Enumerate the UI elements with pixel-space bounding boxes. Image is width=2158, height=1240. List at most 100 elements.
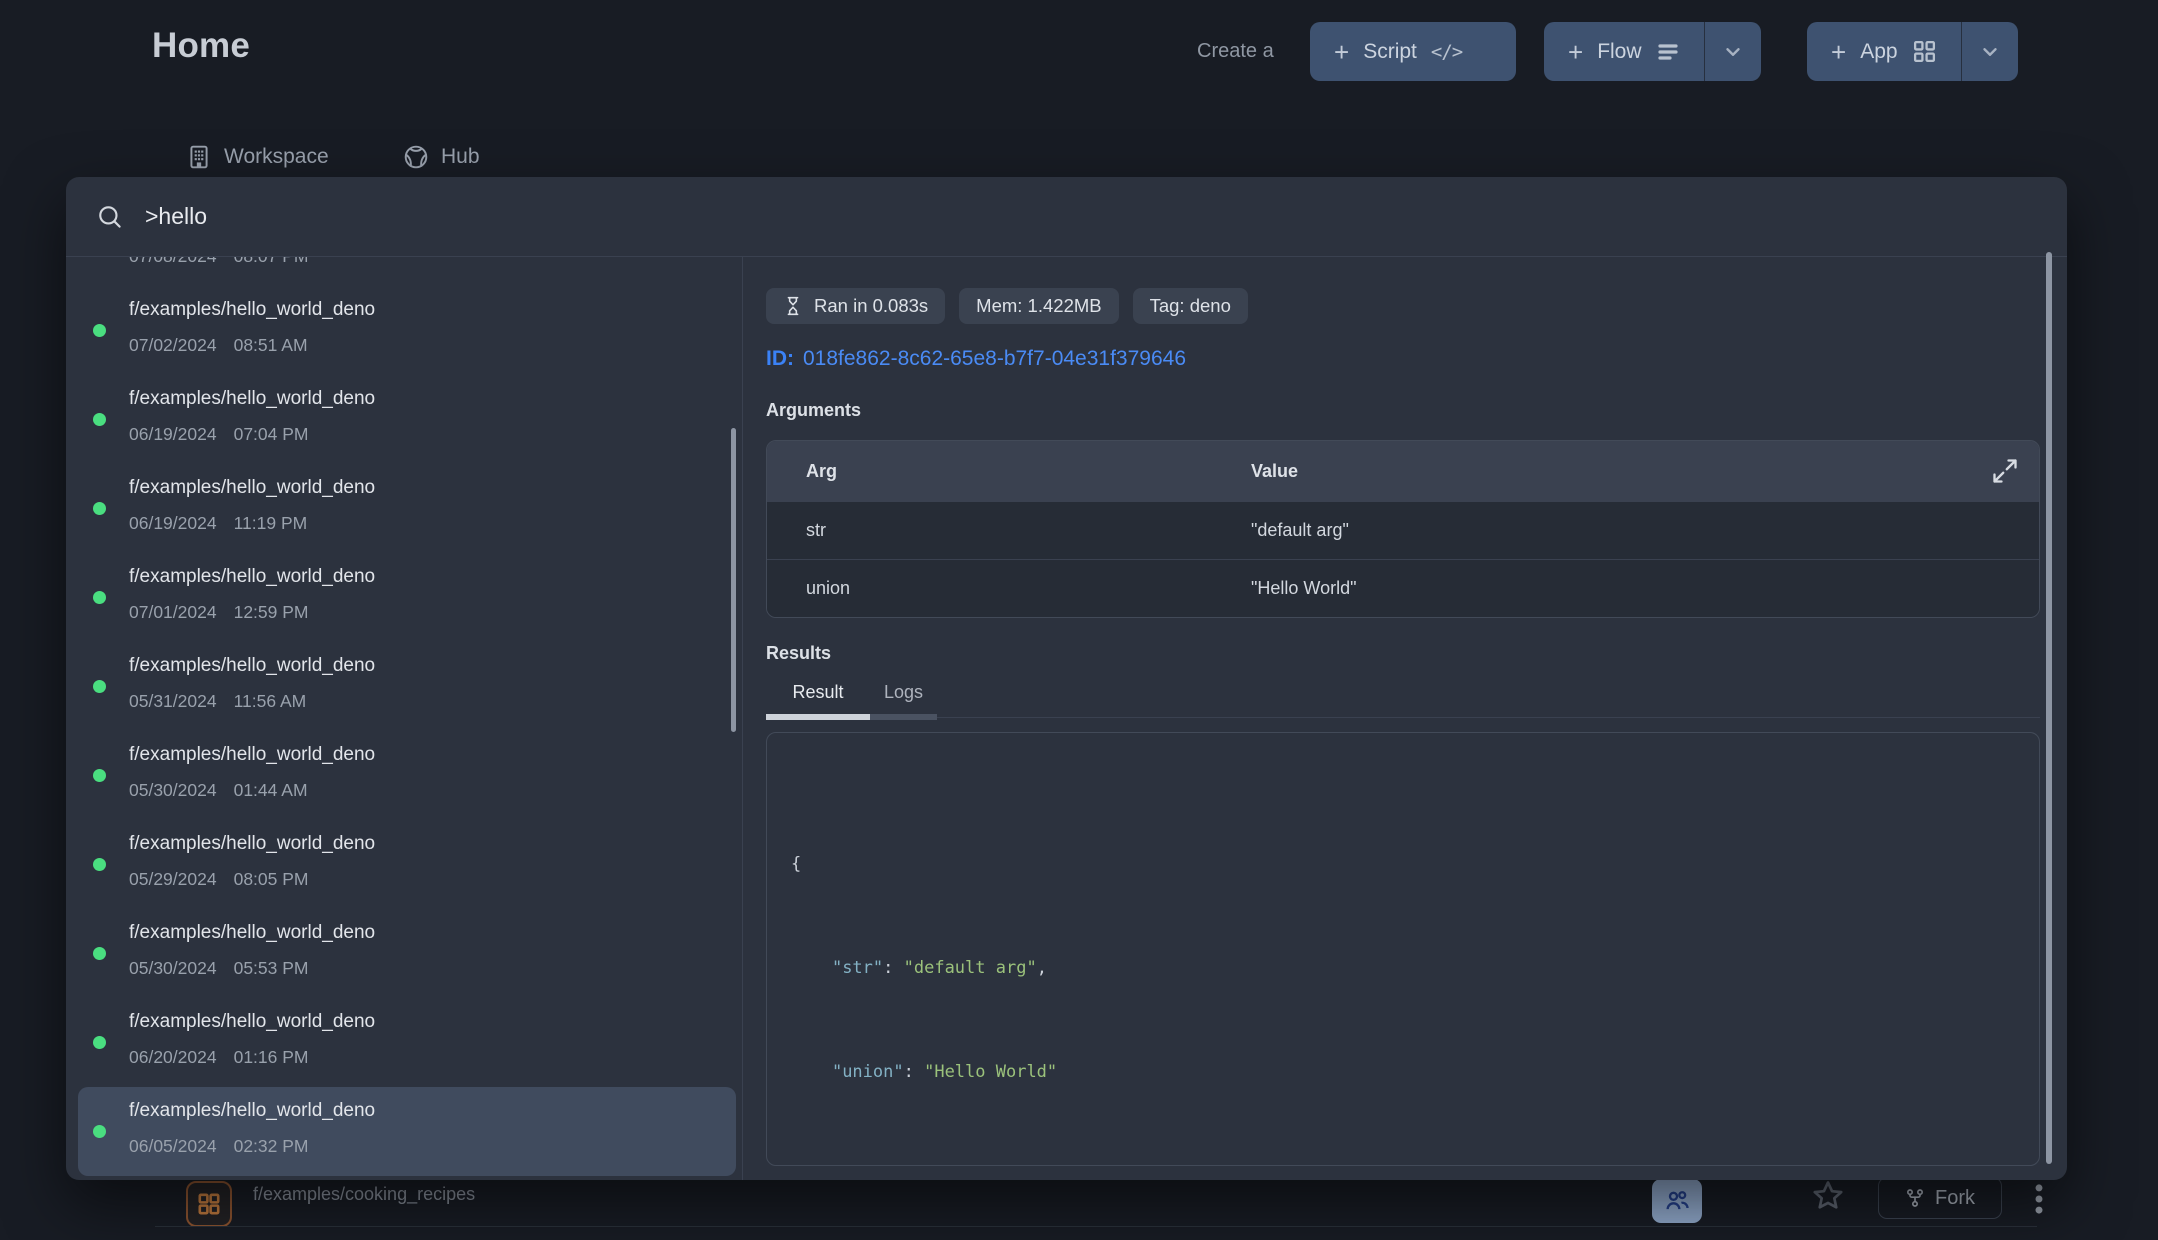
results-title: Results [766, 643, 2066, 664]
flow-lines-icon [1656, 40, 1680, 64]
section-divider [155, 1226, 2037, 1227]
table-row: str "default arg" [767, 501, 2039, 559]
kebab-menu-icon[interactable] [2026, 1180, 2052, 1218]
code-line: } [791, 1163, 2039, 1166]
run-path: f/examples/hello_world_deno [129, 744, 375, 766]
run-date: 06/19/2024 [129, 424, 217, 444]
create-script-button[interactable]: + Script </> [1310, 22, 1516, 81]
run-path: f/examples/hello_world_deno [129, 922, 375, 944]
arguments-title: Arguments [766, 400, 2066, 421]
run-list-item[interactable]: f/examples/hello_world_deno 05/31/202411… [78, 642, 736, 731]
run-time: 07:04 PM [234, 424, 309, 444]
success-status-dot [93, 324, 106, 337]
tab-result[interactable]: Result [766, 680, 870, 720]
create-flow-dropdown-button[interactable] [1704, 22, 1761, 81]
arg-value: "Hello World" [1251, 578, 2039, 599]
home-page: Home Create a + Script </> + Flow + App [0, 0, 2158, 1240]
run-path: f/examples/hello_world_deno [129, 477, 375, 499]
code-icon: </> [1431, 41, 1462, 63]
run-time: 12:59 PM [234, 602, 309, 622]
run-time: 01:16 PM [234, 1047, 309, 1067]
create-script-label: Script [1363, 40, 1417, 64]
result-json-viewer: { "str": "default arg", "union": "Hello … [766, 732, 2040, 1166]
run-date: 05/30/2024 [129, 780, 217, 800]
run-date: 05/29/2024 [129, 869, 217, 889]
col-arg: Arg [767, 461, 1251, 482]
fork-label: Fork [1935, 1187, 1975, 1210]
run-time: 02:32 PM [234, 1136, 309, 1156]
arg-name: str [767, 520, 1251, 541]
run-list-item[interactable]: f/examples/hello_world_deno 06/05/202402… [78, 1087, 736, 1176]
tab-logs[interactable]: Logs [870, 680, 937, 720]
run-path: f/examples/hello_world_deno [129, 388, 375, 410]
success-status-dot [93, 1036, 106, 1049]
shared-users-badge[interactable] [1652, 1179, 1702, 1223]
detail-scrollbar[interactable] [2046, 252, 2052, 1164]
arguments-table-header: Arg Value [767, 441, 2039, 501]
run-list-item[interactable]: f/examples/hello_world_deno 07/08/202408… [78, 257, 736, 286]
code-line: "str": "default arg", [791, 955, 2039, 981]
run-list-item[interactable]: f/examples/hello_world_deno 06/19/2024 07… [78, 375, 736, 464]
app-path-label: f/examples/cooking_recipes [253, 1184, 475, 1205]
create-app-button[interactable]: + App [1807, 22, 1961, 81]
hourglass-icon [783, 296, 803, 316]
run-list-item[interactable]: f/examples/hello_world_deno 06/19/202411… [78, 464, 736, 553]
run-date: 07/01/2024 [129, 602, 217, 622]
id-label: ID: [766, 347, 794, 370]
duration-badge: Ran in 0.083s [766, 288, 945, 324]
success-status-dot [93, 591, 106, 604]
run-time: 08:05 PM [234, 869, 309, 889]
arguments-table: Arg Value str "default arg" [766, 440, 2040, 618]
run-detail-panel: Ran in 0.083s Mem: 1.422MB Tag: deno ID:… [743, 257, 2066, 1180]
plus-icon: + [1568, 39, 1583, 65]
tab-workspace[interactable]: Workspace [186, 144, 329, 170]
run-list-item[interactable]: f/examples/hello_world_deno 06/20/2024 01… [78, 998, 736, 1087]
run-time: 05:53 PM [234, 958, 309, 978]
tab-hub[interactable]: Hub [403, 144, 480, 170]
run-date: 07/08/2024 [129, 257, 217, 266]
create-app-label: App [1860, 40, 1897, 64]
expand-icon[interactable] [1991, 457, 2019, 485]
success-status-dot [93, 413, 106, 426]
search-input[interactable] [145, 203, 2067, 230]
run-date: 06/20/2024 [129, 1047, 217, 1067]
fork-icon [1905, 1188, 1925, 1208]
tab-hub-label: Hub [441, 145, 480, 169]
run-list-item[interactable]: f/examples/hello_world_deno 07/02/202408… [78, 286, 736, 375]
run-list-item[interactable]: f/examples/hello_world_deno 05/30/202401… [78, 731, 736, 820]
run-date: 07/02/2024 [129, 335, 217, 355]
star-icon[interactable] [1810, 1178, 1846, 1214]
run-path: f/examples/hello_world_deno [129, 1011, 375, 1033]
success-status-dot [93, 1125, 106, 1138]
table-row: union "Hello World" [767, 559, 2039, 617]
globe-icon [403, 144, 429, 170]
run-list-item[interactable]: f/examples/hello_world_deno 05/29/202408… [78, 820, 736, 909]
arg-value: "default arg" [1251, 520, 2039, 541]
fork-button[interactable]: Fork [1878, 1177, 2002, 1219]
run-list-item[interactable]: f/examples/hello_world_deno 07/01/202412… [78, 553, 736, 642]
search-bar [66, 177, 2067, 257]
command-palette: f/examples/hello_world_deno 07/08/2024 08… [66, 177, 2067, 1180]
code-line: { [791, 851, 2039, 877]
run-stats: Ran in 0.083s Mem: 1.422MB Tag: deno [766, 288, 2066, 324]
run-path: f/examples/hello_world_deno [129, 299, 375, 321]
run-list: f/examples/hello_world_deno 07/08/2024 08… [66, 257, 742, 1179]
success-status-dot [93, 947, 106, 960]
run-list-item[interactable]: f/examples/hello_world_deno 05/30/2024 05… [78, 909, 736, 998]
building-icon [186, 144, 212, 170]
run-date: 05/31/2024 [129, 691, 217, 711]
tab-workspace-label: Workspace [224, 145, 329, 169]
id-value-link[interactable]: 018fe862-8c62-65e8-b7f7-04e31f379646 [803, 347, 1186, 370]
success-status-dot [93, 858, 106, 871]
chevron-down-icon [1979, 41, 2001, 63]
search-icon [96, 203, 123, 230]
create-app-dropdown-button[interactable] [1961, 22, 2018, 81]
app-icon [186, 1181, 232, 1227]
create-flow-button[interactable]: + Flow [1544, 22, 1704, 81]
success-status-dot [93, 502, 106, 515]
run-list-scrollbar[interactable] [731, 428, 736, 732]
run-date: 05/30/2024 [129, 958, 217, 978]
memory-badge: Mem: 1.422MB [959, 288, 1118, 324]
users-icon [1663, 1187, 1691, 1215]
create-flow-label: Flow [1597, 40, 1641, 64]
